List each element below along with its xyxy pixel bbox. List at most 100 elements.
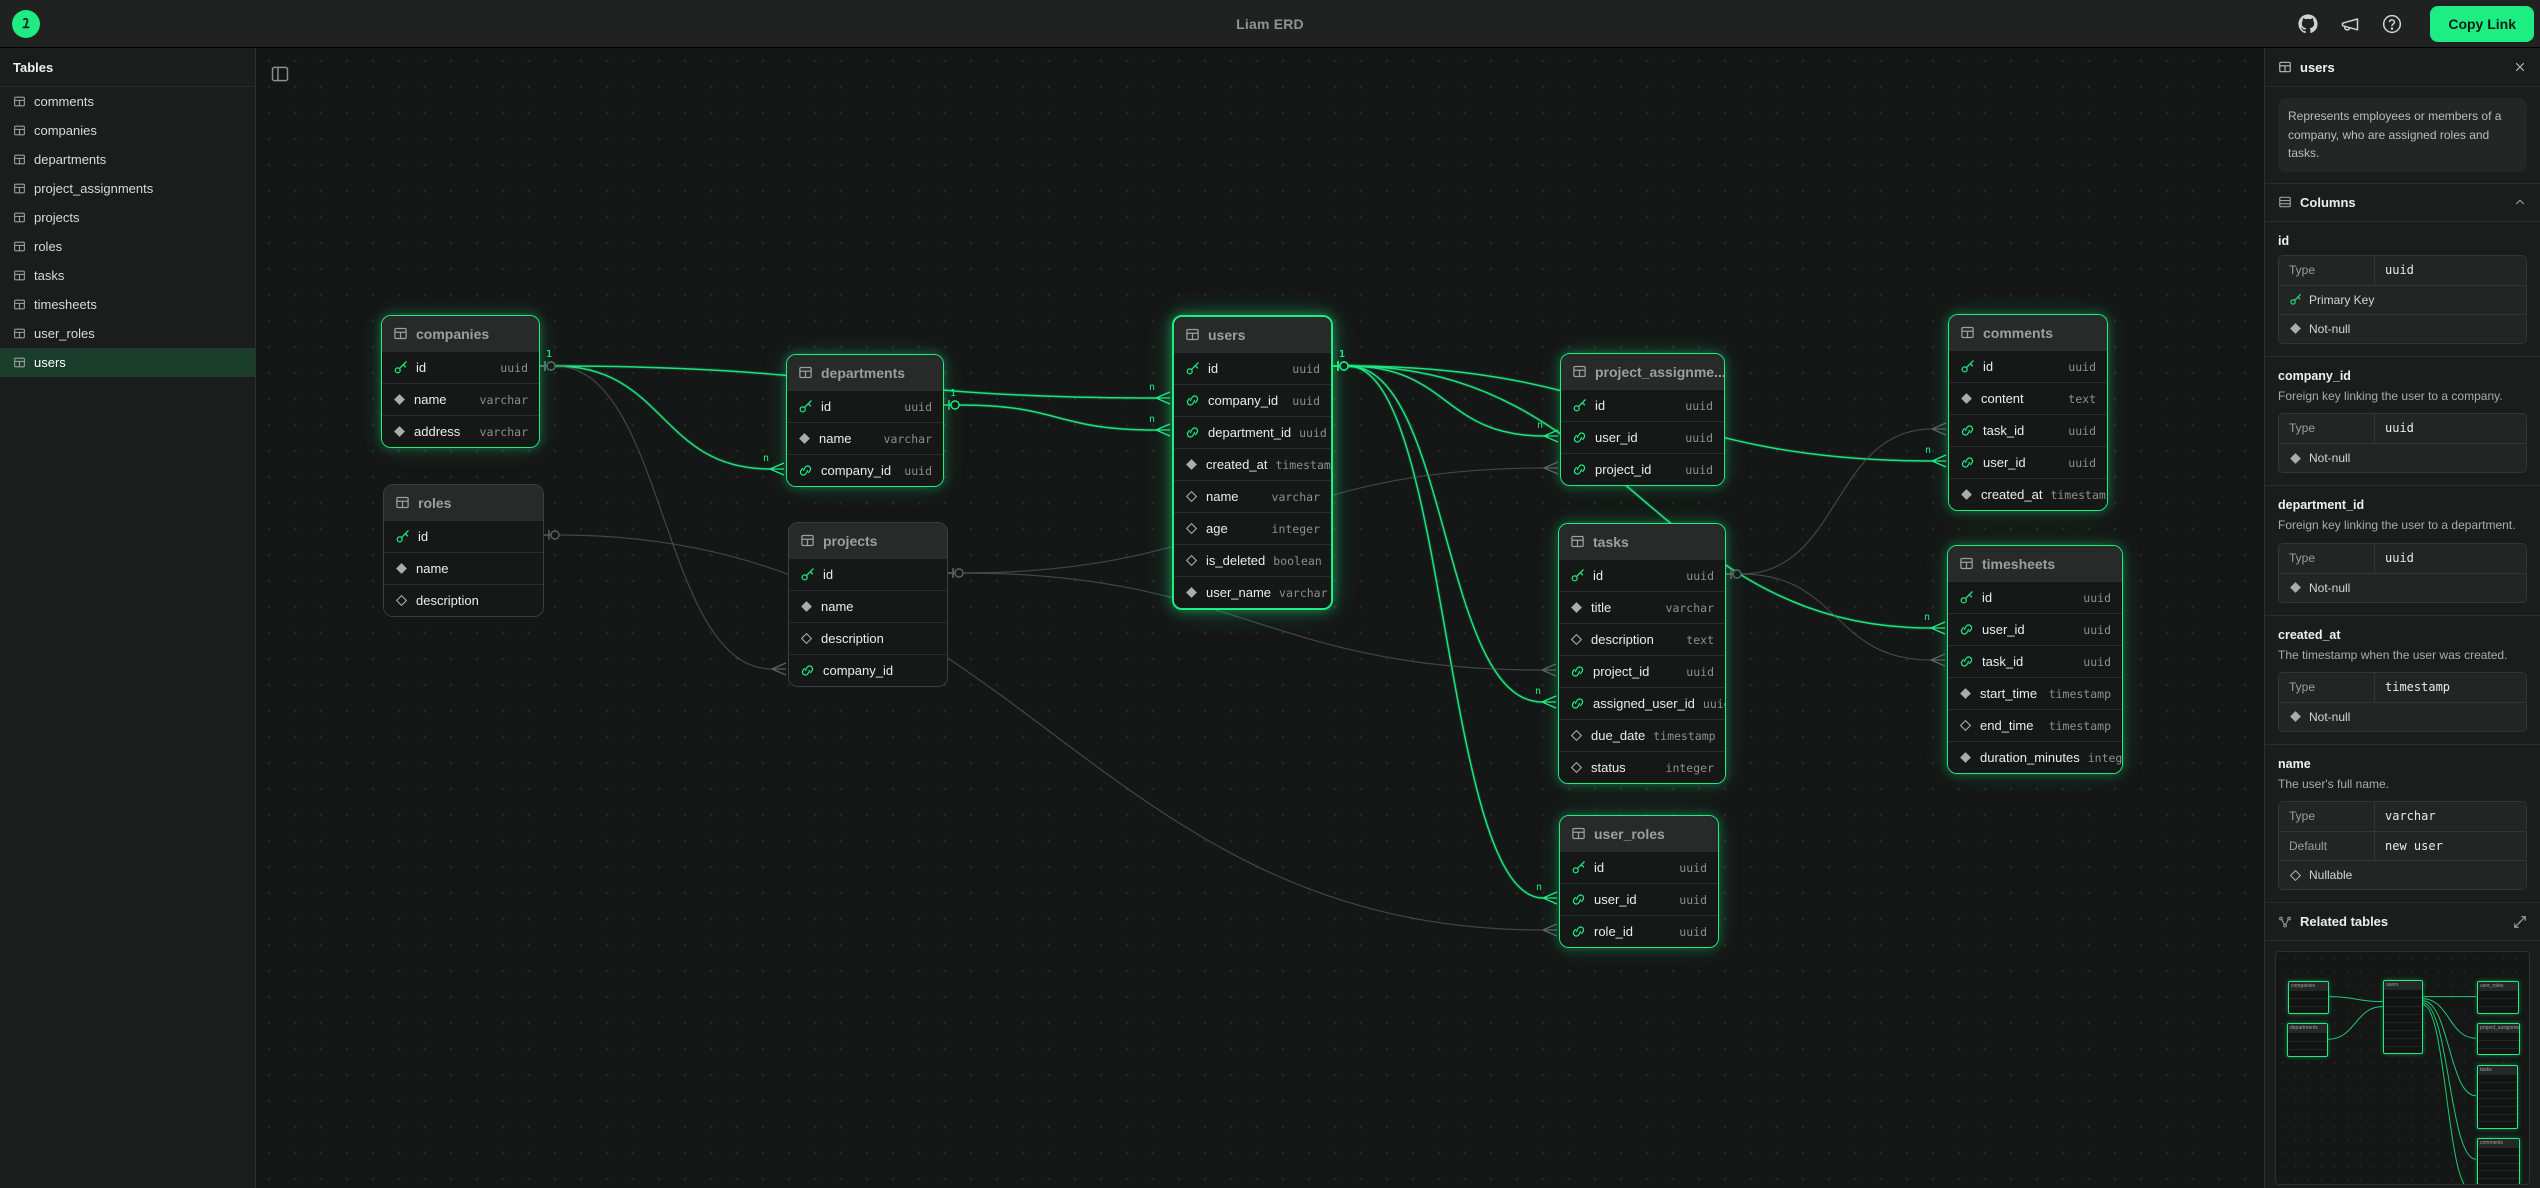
table-header[interactable]: users (1174, 317, 1331, 352)
column-row-task_id[interactable]: task_iduuid (1948, 645, 2122, 677)
column-row-description[interactable]: descriptiontext (1559, 623, 1725, 655)
chevron-up-icon[interactable] (2513, 195, 2527, 209)
column-row-user_id[interactable]: user_iduuid (1560, 883, 1718, 915)
sidebar-item-tasks[interactable]: tasks (0, 261, 255, 290)
erd-table-users[interactable]: usersiduuidcompany_iduuiddepartment_iduu… (1172, 315, 1333, 610)
table-header[interactable]: companies (382, 316, 539, 351)
related-tables-icon (2278, 915, 2292, 929)
toggle-sidebar-icon[interactable] (270, 64, 290, 84)
column-row-description[interactable]: description (789, 622, 947, 654)
column-row-address[interactable]: addressvarchar (382, 415, 539, 447)
column-row-content[interactable]: contenttext (1949, 382, 2107, 414)
column-row-project_id[interactable]: project_iduuid (1561, 453, 1724, 485)
sidebar-item-roles[interactable]: roles (0, 232, 255, 261)
diamond-icon (1959, 687, 1972, 700)
column-row-id[interactable]: iduuid (1174, 352, 1331, 384)
column-row-start_time[interactable]: start_timetimestamp (1948, 677, 2122, 709)
column-row-title[interactable]: titlevarchar (1559, 591, 1725, 623)
link-icon (1959, 654, 1974, 669)
column-row-due_date[interactable]: due_datetimestamp (1559, 719, 1725, 751)
sidebar-item-projects[interactable]: projects (0, 203, 255, 232)
column-row-id[interactable]: iduuid (1560, 851, 1718, 883)
table-header[interactable]: comments (1949, 315, 2107, 350)
sidebar-item-user_roles[interactable]: user_roles (0, 319, 255, 348)
column-row-project_id[interactable]: project_iduuid (1559, 655, 1725, 687)
table-header[interactable]: tasks (1559, 524, 1725, 559)
table-header[interactable]: timesheets (1948, 546, 2122, 581)
attribute-table: TypevarcharDefaultnew userNullable (2278, 801, 2527, 890)
help-icon[interactable] (2382, 14, 2402, 34)
column-row-id[interactable]: id (384, 520, 543, 552)
erd-table-departments[interactable]: departmentsiduuidnamevarcharcompany_iduu… (786, 354, 944, 487)
column-row-age[interactable]: ageinteger (1174, 512, 1331, 544)
column-row-id[interactable]: iduuid (1559, 559, 1725, 591)
erd-table-companies[interactable]: companiesiduuidnamevarcharaddressvarchar (381, 315, 540, 448)
table-header[interactable]: roles (384, 485, 543, 520)
erd-table-project_assignme_[interactable]: project_assignme...iduuiduser_iduuidproj… (1560, 353, 1725, 486)
erd-table-tasks[interactable]: tasksiduuidtitlevarchardescriptiontextpr… (1558, 523, 1726, 784)
column-row-name[interactable]: namevarchar (1174, 480, 1331, 512)
column-row-created_at[interactable]: created_attimestamp (1949, 478, 2107, 510)
column-row-is_deleted[interactable]: is_deletedboolean (1174, 544, 1331, 576)
sidebar-item-companies[interactable]: companies (0, 116, 255, 145)
column-row-id[interactable]: id (789, 558, 947, 590)
erd-table-timesheets[interactable]: timesheetsiduuiduser_iduuidtask_iduuidst… (1947, 545, 2123, 774)
column-row-department_id[interactable]: department_iduuid (1174, 416, 1331, 448)
column-row-name[interactable]: name (384, 552, 543, 584)
open-diagram-icon[interactable] (2513, 915, 2527, 929)
table-icon (13, 182, 26, 195)
column-row-name[interactable]: namevarchar (382, 383, 539, 415)
column-row-created_at[interactable]: created_attimestamp (1174, 448, 1331, 480)
sidebar-item-timesheets[interactable]: timesheets (0, 290, 255, 319)
column-row-company_id[interactable]: company_iduuid (787, 454, 943, 486)
column-row-user_id[interactable]: user_iduuid (1949, 446, 2107, 478)
column-row-id[interactable]: iduuid (787, 390, 943, 422)
column-row-task_id[interactable]: task_iduuid (1949, 414, 2107, 446)
column-row-end_time[interactable]: end_timetimestamp (1948, 709, 2122, 741)
column-row-id[interactable]: iduuid (1948, 581, 2122, 613)
related-tables-minimap[interactable]: companiesdepartmentsusersuser_rolesproje… (2275, 951, 2530, 1185)
column-row-user_id[interactable]: user_iduuid (1561, 421, 1724, 453)
sidebar-item-project_assignments[interactable]: project_assignments (0, 174, 255, 203)
column-row-user_id[interactable]: user_iduuid (1948, 613, 2122, 645)
diamond-icon (2289, 452, 2302, 465)
sidebar-item-users[interactable]: users (0, 348, 255, 377)
erd-canvas[interactable]: 1n1n1n1n1n1n1n1n companiesiduuidnamevarc… (256, 48, 2264, 1188)
table-icon (13, 95, 26, 108)
top-bar: Liam ERD Copy Link (0, 0, 2540, 48)
link-icon (800, 663, 815, 678)
table-detail-panel: users Represents employees or members of… (2264, 48, 2540, 1188)
erd-table-user_roles[interactable]: user_rolesiduuiduser_iduuidrole_iduuid (1559, 815, 1719, 948)
diamond-icon (2289, 322, 2302, 335)
column-row-company_id[interactable]: company_iduuid (1174, 384, 1331, 416)
sidebar-item-departments[interactable]: departments (0, 145, 255, 174)
column-detail-created_at: created_atThe timestamp when the user wa… (2265, 616, 2540, 745)
close-panel-icon[interactable] (2513, 60, 2527, 74)
table-header[interactable]: user_roles (1560, 816, 1718, 851)
erd-table-comments[interactable]: commentsiduuidcontenttexttask_iduuiduser… (1948, 314, 2108, 511)
erd-table-roles[interactable]: rolesidnamedescription (383, 484, 544, 617)
column-row-name[interactable]: name (789, 590, 947, 622)
column-row-role_id[interactable]: role_iduuid (1560, 915, 1718, 947)
column-row-company_id[interactable]: company_id (789, 654, 947, 686)
diamond-outline-icon (800, 632, 813, 645)
column-row-id[interactable]: iduuid (382, 351, 539, 383)
sidebar-item-comments[interactable]: comments (0, 87, 255, 116)
column-row-id[interactable]: iduuid (1561, 389, 1724, 421)
diamond-icon (2289, 581, 2302, 594)
column-row-status[interactable]: statusinteger (1559, 751, 1725, 783)
copy-link-button[interactable]: Copy Link (2430, 6, 2534, 42)
megaphone-icon[interactable] (2340, 14, 2360, 34)
table-header[interactable]: projects (789, 523, 947, 558)
table-header[interactable]: project_assignme... (1561, 354, 1724, 389)
column-row-duration_minutes[interactable]: duration_minutesinteger (1948, 741, 2122, 773)
column-row-user_name[interactable]: user_namevarchar (1174, 576, 1331, 608)
column-row-name[interactable]: namevarchar (787, 422, 943, 454)
erd-table-projects[interactable]: projectsidnamedescriptioncompany_id (788, 522, 948, 687)
column-row-assigned_user_id[interactable]: assigned_user_iduuid (1559, 687, 1725, 719)
github-icon[interactable] (2298, 14, 2318, 34)
minimap-table-departments: departments (2287, 1023, 2328, 1057)
table-header[interactable]: departments (787, 355, 943, 390)
column-row-id[interactable]: iduuid (1949, 350, 2107, 382)
column-row-description[interactable]: description (384, 584, 543, 616)
